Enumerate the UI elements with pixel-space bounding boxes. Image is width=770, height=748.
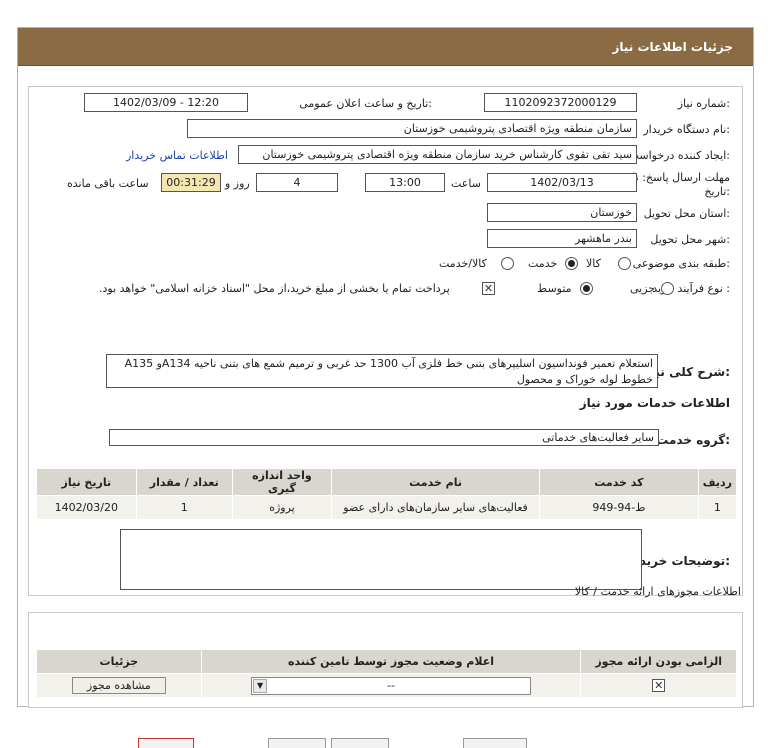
view-permit-button[interactable]: مشاهده مجوز (71, 677, 166, 694)
table-row: مشاهده مجوز ▼ -- ✕ (36, 673, 737, 698)
permits-section: جزئیات اعلام وضعیت مجوز توسط تامین کننده… (28, 612, 743, 708)
services-table-header: تاریخ نیاز تعداد / مقدار واحد اندازه گیر… (36, 468, 738, 496)
col-service-name: نام خدمت (331, 468, 541, 496)
bottom-button-middle[interactable] (331, 738, 389, 748)
announce-datetime-field: 1402/03/09 - 12:20 (84, 93, 248, 112)
need-number-label: شماره نیاز: (677, 97, 730, 110)
buyer-notes-field (120, 529, 642, 590)
permit-required-checkbox: ✕ (652, 679, 666, 692)
time-label: ساعت (451, 177, 481, 190)
contact-buyer-link[interactable]: اطلاعات تماس خریدار (126, 149, 228, 162)
remaining-time-field: 00:31:29 (161, 173, 221, 192)
bottom-button-left[interactable] (138, 738, 194, 748)
col-need-date: تاریخ نیاز (36, 468, 137, 496)
cell-permit-status: ▼ -- (200, 673, 582, 698)
cell-quantity: 1 (135, 495, 233, 520)
col-permit-status: اعلام وضعیت مجوز توسط تامین کننده (200, 649, 582, 674)
province-label: استان محل تحویل: (643, 207, 730, 220)
permits-table: جزئیات اعلام وضعیت مجوز توسط تامین کننده… (36, 649, 737, 698)
purchase-minor-label: جزیی (630, 282, 656, 295)
permit-status-select[interactable]: ▼ -- (251, 676, 532, 695)
cell-row: 1 (697, 495, 738, 520)
announce-datetime-label: تاریخ و ساعت اعلان عمومی: (299, 97, 432, 110)
cell-unit: پروژه (231, 495, 333, 520)
buyer-org-label: نام دستگاه خریدار: (643, 123, 730, 136)
days-field: 4 (256, 173, 338, 192)
city-label: شهر محل تحویل: (650, 233, 730, 246)
service-group-field: سایر فعالیت‌های خدماتی (109, 429, 659, 446)
col-service-code: کد خدمت (539, 468, 699, 496)
col-unit: واحد اندازه گیری (231, 468, 333, 496)
deadline-label: مهلت ارسال پاسخ: تا (632, 171, 730, 184)
services-info-title: اطلاعات خدمات مورد نیاز (579, 396, 730, 410)
cell-details: مشاهده مجوز (36, 673, 202, 698)
category-goods-service-label: کالا/خدمت (439, 257, 487, 270)
deadline-date-field: 1402/03/13 (487, 173, 637, 192)
category-radio-goods[interactable] (618, 257, 631, 270)
permits-info-title: اطلاعات مجوزهای ارائه خدمت / کالا (574, 585, 741, 598)
panel-header: جزئیات اطلاعات نیاز (18, 28, 753, 66)
purchase-radio-minor[interactable] (661, 282, 674, 295)
province-field: خوزستان (487, 203, 637, 222)
permit-status-value: -- (387, 678, 395, 692)
category-radio-goods-service[interactable] (501, 257, 514, 270)
buyer-notes-label: توضیحات خریدار: (628, 554, 730, 568)
requester-label: ایجاد کننده درخواست: (628, 149, 730, 162)
permits-table-header: جزئیات اعلام وضعیت مجوز توسط تامین کننده… (36, 649, 737, 674)
service-group-label: گروه خدمت: (656, 433, 730, 447)
remaining-label: ساعت باقی مانده (67, 177, 149, 190)
cell-service-name: فعالیت‌های سایر سازمان‌های دارای عضو (331, 495, 541, 520)
days-and-label: روز و (225, 177, 250, 190)
table-row: 1402/03/20 1 پروژه فعالیت‌های سایر سازما… (36, 495, 738, 520)
need-number-field: 1102092372000129 (484, 93, 637, 112)
col-row: ردیف (697, 468, 738, 496)
cell-need-date: 1402/03/20 (36, 495, 137, 520)
treasury-note: پرداخت تمام یا بخشی از مبلغ خرید،از محل … (99, 282, 450, 295)
deadline-date-label: تاریخ: (704, 185, 730, 198)
purchase-radio-medium[interactable] (580, 282, 593, 295)
treasury-checkbox[interactable]: ✕ (482, 282, 495, 295)
bottom-button-right[interactable] (463, 738, 527, 748)
cell-service-code: ط-94-949 (539, 495, 699, 520)
requester-field: سید تقی تقوی کارشناس خرید سازمان منطقه و… (238, 145, 637, 164)
services-table: تاریخ نیاز تعداد / مقدار واحد اندازه گیر… (36, 468, 738, 520)
cell-permit-required: ✕ (580, 673, 737, 698)
need-info-section: شماره نیاز: 1102092372000129 تاریخ و ساع… (28, 86, 743, 596)
category-goods-label: کالا (586, 257, 601, 270)
category-service-label: خدمت (528, 257, 558, 270)
col-permit-required: الزامی بودن ارائه مجوز (580, 649, 737, 674)
buyer-org-field: سازمان منطقه ویژه اقتصادی پتروشیمی خوزست… (187, 119, 637, 138)
deadline-time-field: 13:00 (365, 173, 445, 192)
panel-title: جزئیات اطلاعات نیاز (612, 40, 733, 54)
bottom-button-middle-left[interactable] (268, 738, 326, 748)
details-panel: جزئیات اطلاعات نیاز شماره نیاز: 11020923… (17, 27, 754, 708)
category-label: طبقه بندی موضوعی: (632, 257, 730, 270)
chevron-down-icon: ▼ (253, 678, 268, 693)
city-field: بندر ماهشهر (487, 229, 637, 248)
general-desc-field: استعلام تعمیر فونداسیون اسلیپرهای بتنی خ… (106, 354, 658, 388)
col-quantity: تعداد / مقدار (135, 468, 233, 496)
category-radio-service[interactable] (565, 257, 578, 270)
purchase-medium-label: متوسط (537, 282, 572, 295)
col-details: جزئیات (36, 649, 202, 674)
